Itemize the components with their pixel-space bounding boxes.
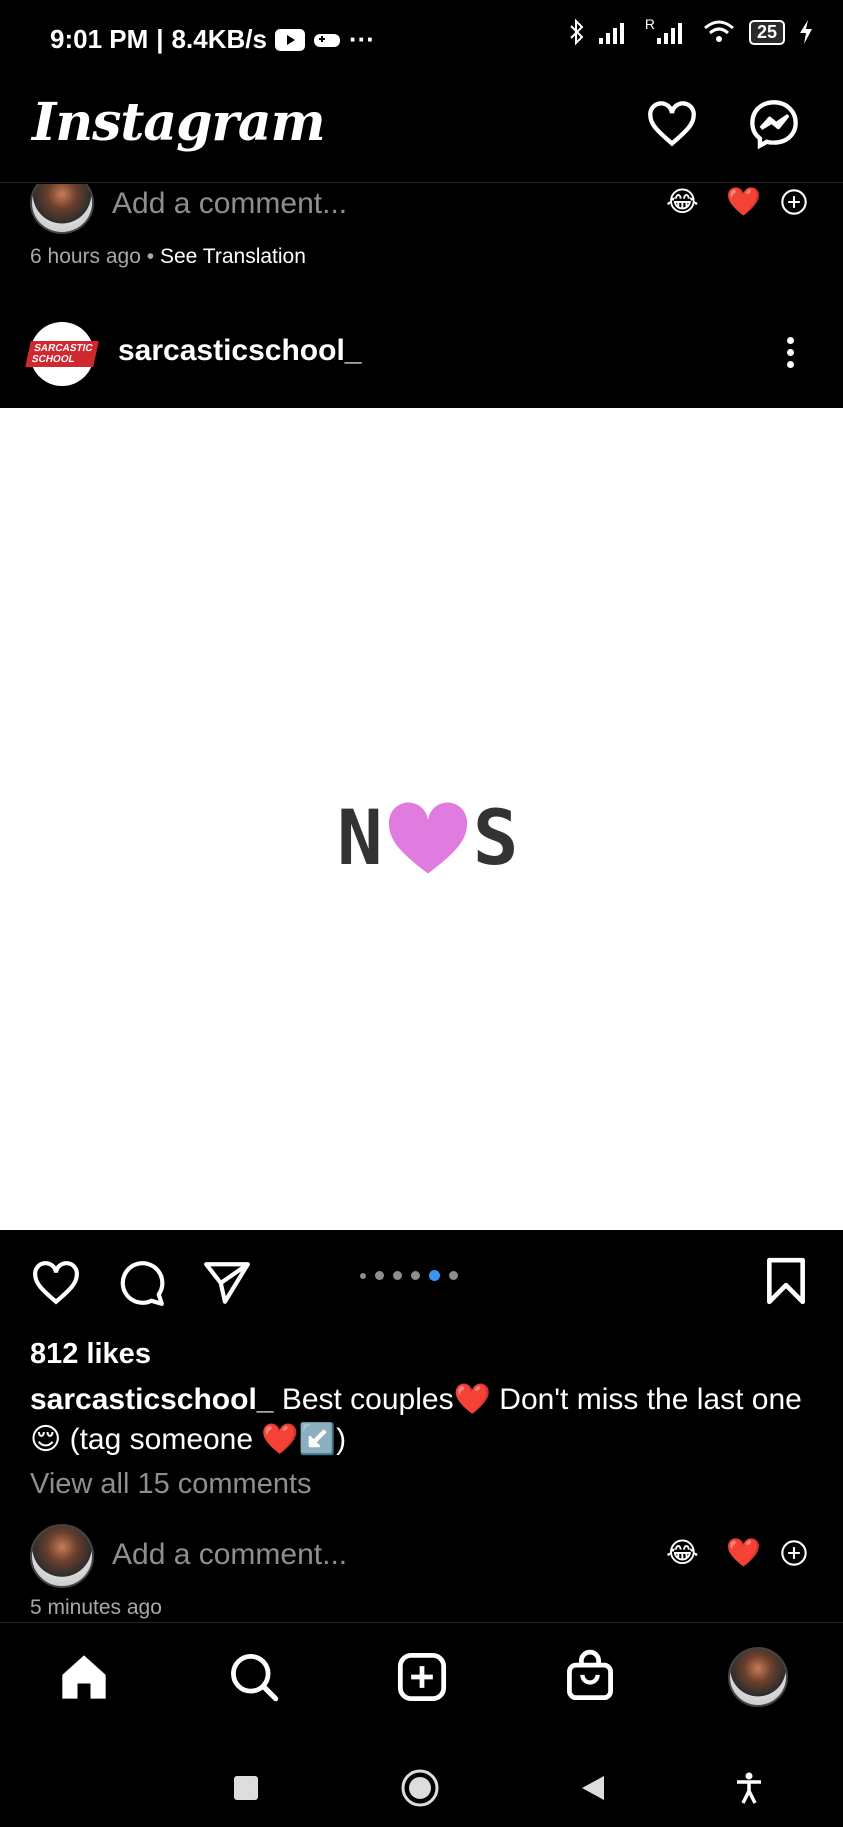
- app-header: Instagram: [0, 80, 843, 183]
- post-username[interactable]: sarcasticschool_: [118, 334, 361, 368]
- heart-reaction-button[interactable]: ❤️: [726, 185, 761, 218]
- post-time: 5 minutes ago: [30, 1596, 162, 1619]
- graphic-letter-right: S: [472, 793, 519, 882]
- graphic-letter-left: N: [337, 793, 383, 882]
- create-post-icon[interactable]: [396, 1651, 448, 1703]
- previous-post-meta: 6 hours ago • See Translation: [30, 245, 306, 269]
- wifi-icon: [703, 20, 734, 42]
- laugh-reaction-button[interactable]: 😂: [666, 185, 699, 218]
- like-icon[interactable]: [30, 1258, 82, 1308]
- carousel-indicator: [360, 1270, 458, 1281]
- signal-icon-2: [656, 23, 682, 44]
- game-controller-icon: [313, 33, 340, 47]
- carousel-dot: [360, 1272, 366, 1279]
- add-comment-input[interactable]: Add a comment...: [112, 1538, 347, 1572]
- status-right: R 25: [569, 16, 813, 46]
- status-speed: 8.4KB/s: [171, 24, 267, 54]
- carousel-dot: [411, 1271, 420, 1280]
- profile-avatar[interactable]: [728, 1647, 788, 1707]
- messenger-icon[interactable]: [748, 98, 800, 150]
- instagram-logo[interactable]: Instagram: [32, 92, 326, 153]
- search-icon[interactable]: [228, 1651, 280, 1703]
- caption-username[interactable]: sarcasticschool_: [30, 1383, 273, 1416]
- post-header: SARCASTIC SCHOOL sarcasticschool_: [0, 300, 843, 408]
- carousel-dot: [375, 1271, 384, 1280]
- status-bar: 9:01 PM | 8.4KB/s ··· R 25: [0, 0, 843, 80]
- post-time: 6 hours ago: [30, 245, 141, 268]
- post-graphic: N S: [337, 793, 519, 882]
- bottom-navigation: [0, 1622, 843, 1729]
- home-circle-icon[interactable]: [400, 1768, 440, 1808]
- system-navigation: [0, 1728, 843, 1827]
- heart-icon[interactable]: [646, 98, 698, 150]
- heart-reaction-button[interactable]: ❤️: [726, 1536, 761, 1569]
- meta-separator: •: [146, 245, 155, 268]
- carousel-dot-active: [429, 1270, 440, 1281]
- battery-indicator: 25: [748, 19, 785, 45]
- roaming-indicator: R: [644, 16, 655, 32]
- charging-icon: [800, 20, 812, 44]
- recents-icon[interactable]: [234, 1776, 258, 1800]
- post-caption: sarcasticschool_ Best couples❤️ Don't mi…: [30, 1380, 820, 1460]
- carousel-dot: [449, 1271, 458, 1280]
- share-icon[interactable]: [202, 1258, 252, 1308]
- signal-icon: [598, 23, 624, 44]
- youtube-icon: [274, 28, 305, 51]
- add-reaction-icon[interactable]: [780, 188, 808, 216]
- more-options-icon[interactable]: [787, 332, 795, 373]
- view-all-comments-link[interactable]: View all 15 comments: [30, 1468, 312, 1501]
- see-translation-link[interactable]: See Translation: [160, 245, 306, 268]
- shop-icon[interactable]: [564, 1649, 616, 1703]
- comment-icon[interactable]: [116, 1258, 166, 1308]
- heart-graphic: [388, 801, 467, 873]
- status-divider: |: [156, 24, 164, 54]
- add-comment-input[interactable]: Add a comment...: [112, 187, 347, 221]
- add-reaction-icon[interactable]: [780, 1539, 808, 1567]
- user-avatar[interactable]: [30, 1524, 94, 1588]
- post-avatar[interactable]: SARCASTIC SCHOOL: [25, 322, 99, 386]
- status-left: 9:01 PM | 8.4KB/s ···: [50, 24, 375, 55]
- status-time: 9:01 PM: [50, 24, 149, 54]
- carousel-dot: [393, 1271, 402, 1280]
- avatar-brand-text: SARCASTIC SCHOOL: [25, 341, 99, 367]
- post-image[interactable]: N S: [0, 408, 843, 1230]
- bluetooth-icon: [570, 18, 584, 46]
- back-icon[interactable]: [580, 1774, 606, 1802]
- laugh-reaction-button[interactable]: 😂: [666, 1536, 699, 1569]
- save-bookmark-icon[interactable]: [764, 1256, 808, 1306]
- status-more: ···: [348, 24, 375, 54]
- home-icon[interactable]: [58, 1651, 110, 1703]
- accessibility-icon[interactable]: [734, 1772, 764, 1804]
- likes-count[interactable]: 812 likes: [30, 1338, 151, 1371]
